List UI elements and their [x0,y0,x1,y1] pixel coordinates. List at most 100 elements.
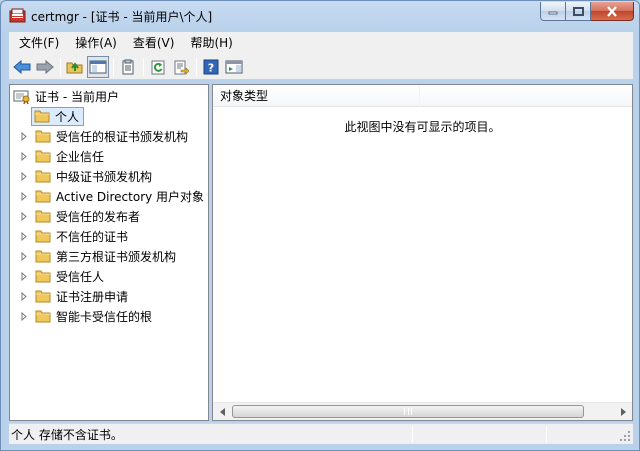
column-header-object-type[interactable]: 对象类型 [213,85,632,107]
folder-icon [35,250,51,263]
scrollbar-thumb[interactable] [232,405,584,418]
certmgr-window: certmgr - [证书 - 当前用户\个人] 文件(F) 操作(A) 查看(… [0,0,640,451]
tree-item-enterprise-trust[interactable]: 企业信任 [19,146,104,166]
tree-root[interactable]: 证书 - 当前用户 [13,86,119,106]
tree-item-trusted-people[interactable]: 受信任人 [19,266,104,286]
tree-item-label: 受信任人 [56,269,105,284]
tree-item-intermediate-ca[interactable]: 中级证书颁发机构 [19,166,152,186]
forward-arrow-icon [36,59,54,74]
tree-root-label: 证书 - 当前用户 [35,89,119,104]
expand-icon[interactable] [19,226,29,246]
status-text: 个人 存储不含证书。 [11,427,123,442]
resize-grip-icon[interactable] [619,430,631,442]
tree-item-third-party-root-ca[interactable]: 第三方根证书颁发机构 [19,246,176,266]
minimize-icon [548,11,558,15]
toolbar-separator [113,57,114,76]
folder-icon [35,310,51,323]
toolbar-separator [143,57,144,76]
certificates-snapin-icon [13,90,30,104]
help-icon: ? [203,59,219,74]
tree-item-active-directory-user-object[interactable]: Active Directory 用户对象 [19,186,204,206]
column-header-label: 对象类型 [220,89,269,103]
expand-icon[interactable] [19,186,29,206]
maximize-icon [572,6,584,16]
horizontal-scrollbar[interactable] [213,402,632,420]
menu-bar: 文件(F) 操作(A) 查看(V) 帮助(H) [9,32,633,54]
scroll-left-icon [219,407,225,416]
toolbar: ? [9,54,633,80]
minimize-button[interactable] [540,2,566,21]
back-arrow-icon [13,59,31,74]
column-divider[interactable] [419,85,420,107]
close-button[interactable] [591,2,634,21]
folder-icon [35,230,51,243]
title-bar[interactable]: certmgr - [证书 - 当前用户\个人] [1,1,639,31]
close-icon [607,5,617,17]
tree-item-label: Active Directory 用户对象 [56,189,205,204]
menu-help[interactable]: 帮助(H) [182,33,240,53]
export-list-icon [174,60,189,75]
expand-icon[interactable] [19,166,29,186]
tree-item-selection: 个人 [31,106,85,126]
console-tree[interactable]: 证书 - 当前用户 个人 受信任的根证书颁发机构 企业信任 中级证书颁发机构 A… [9,84,209,421]
up-one-level-button[interactable] [64,56,86,78]
scroll-right-icon [620,407,626,416]
tree-item-label: 第三方根证书颁发机构 [56,249,177,264]
tree-item-label: 智能卡受信任的根 [56,309,153,324]
menu-file[interactable]: 文件(F) [11,33,67,53]
show-hide-console-tree-icon [89,60,107,73]
tree-item-trusted-publishers[interactable]: 受信任的发布者 [19,206,140,226]
properties-button[interactable] [117,56,139,78]
expand-icon[interactable] [19,246,29,266]
tree-item-certificate-enrollment-requests[interactable]: 证书注册申请 [19,286,128,306]
window-title: certmgr - [证书 - 当前用户\个人] [31,10,213,24]
tree-item-label: 证书注册申请 [56,289,129,304]
folder-icon [35,190,51,203]
certificate-manager-icon [9,8,26,23]
folder-icon [35,130,51,143]
up-folder-icon [66,61,83,73]
properties-icon [122,59,134,74]
expand-icon[interactable] [19,306,29,326]
tree-item-label: 受信任的发布者 [56,209,141,224]
show-hide-action-pane-button[interactable] [223,56,245,78]
status-divider [412,426,413,443]
tree-item-smart-card-trusted-roots[interactable]: 智能卡受信任的根 [19,306,152,326]
show-hide-console-tree-button[interactable] [87,55,109,78]
tree-item-label: 不信任的证书 [56,229,129,244]
folder-icon [35,270,51,283]
folder-icon [35,210,51,223]
empty-view-message: 此视图中没有可显示的项目。 [344,120,501,134]
action-pane-icon [225,60,243,73]
scroll-right-button[interactable] [614,403,631,420]
tree-item-label: 受信任的根证书颁发机构 [56,129,189,144]
forward-button[interactable] [34,56,56,78]
tree-item-trusted-root-ca[interactable]: 受信任的根证书颁发机构 [19,126,188,146]
result-pane[interactable]: 对象类型 此视图中没有可显示的项目。 [212,84,633,421]
expand-icon[interactable] [19,286,29,306]
expand-icon[interactable] [19,266,29,286]
back-button[interactable] [11,56,33,78]
scroll-left-button[interactable] [214,403,231,420]
refresh-icon [151,60,165,74]
expand-icon[interactable] [19,146,29,166]
expand-icon[interactable] [19,206,29,226]
folder-icon [34,110,50,123]
expand-icon[interactable] [19,126,29,146]
folder-icon [35,150,51,163]
toolbar-separator [60,57,61,76]
tree-item-personal[interactable]: 个人 [31,106,85,126]
caption-buttons [540,2,634,21]
maximize-button[interactable] [566,2,591,21]
refresh-button[interactable] [147,56,169,78]
svg-text:?: ? [208,61,214,74]
toolbar-separator [196,57,197,76]
help-button[interactable]: ? [200,56,222,78]
export-list-button[interactable] [170,56,192,78]
tree-item-untrusted-certificates[interactable]: 不信任的证书 [19,226,128,246]
folder-icon [35,170,51,183]
folder-icon [35,290,51,303]
status-bar: 个人 存储不含证书。 [9,423,633,444]
menu-view[interactable]: 查看(V) [125,33,183,53]
menu-action[interactable]: 操作(A) [67,33,125,53]
